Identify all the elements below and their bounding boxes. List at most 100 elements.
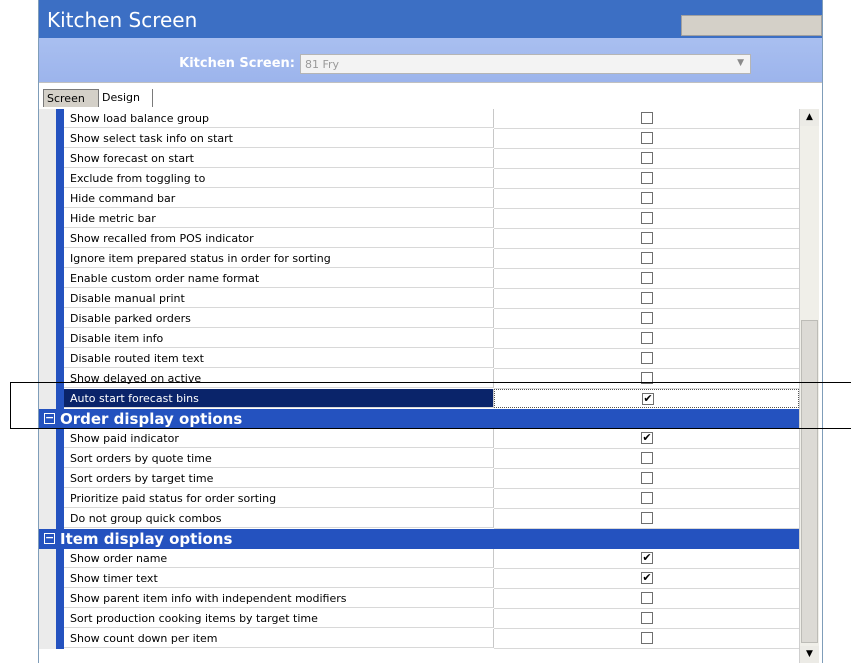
scroll-down-icon[interactable]: ▼	[800, 646, 819, 663]
row-indent-bar	[56, 149, 64, 169]
property-row[interactable]: Disable manual print	[39, 289, 799, 309]
property-value-cell[interactable]	[494, 349, 799, 369]
property-row[interactable]: Show count down per item	[39, 629, 799, 649]
chevron-down-icon[interactable]: ▼	[737, 58, 744, 68]
property-value-cell[interactable]	[494, 509, 799, 529]
property-row[interactable]: Show select task info on start	[39, 129, 799, 149]
row-gutter	[39, 389, 56, 409]
property-checkbox[interactable]	[641, 612, 653, 624]
property-checkbox[interactable]: ✔	[641, 432, 653, 444]
collapse-icon[interactable]: −	[44, 532, 55, 544]
property-row[interactable]: Sort orders by target time	[39, 469, 799, 489]
property-value-cell[interactable]	[494, 209, 799, 229]
property-checkbox[interactable]	[641, 172, 653, 184]
property-checkbox[interactable]: ✔	[641, 552, 653, 564]
row-gutter	[39, 289, 56, 309]
category-header[interactable]: − Item display options	[39, 529, 799, 549]
property-label: Show order name	[64, 549, 494, 568]
property-label: Show recalled from POS indicator	[64, 229, 494, 248]
tab-screen[interactable]: Screen	[43, 89, 99, 107]
property-checkbox[interactable]	[641, 492, 653, 504]
vertical-scrollbar[interactable]: ▲ ▼	[799, 109, 819, 663]
row-gutter	[39, 129, 56, 149]
property-value-cell[interactable]	[494, 629, 799, 649]
property-row[interactable]: Sort orders by quote time	[39, 449, 799, 469]
property-checkbox[interactable]	[641, 232, 653, 244]
property-checkbox[interactable]	[641, 212, 653, 224]
category-header[interactable]: − Order display options	[39, 409, 799, 429]
tab-design[interactable]: Design	[99, 89, 153, 107]
property-row[interactable]: Show timer text ✔	[39, 569, 799, 589]
row-indent-bar	[56, 389, 64, 409]
property-row[interactable]: Show load balance group	[39, 109, 799, 129]
property-row[interactable]: Sort production cooking items by target …	[39, 609, 799, 629]
property-value-cell[interactable]	[494, 609, 799, 629]
property-row[interactable]: Auto start forecast bins ✔	[39, 389, 799, 409]
property-label: Ignore item prepared status in order for…	[64, 249, 494, 268]
property-value-cell[interactable]	[494, 589, 799, 609]
property-value-cell[interactable]	[494, 309, 799, 329]
property-checkbox[interactable]	[641, 332, 653, 344]
property-row[interactable]: Show paid indicator ✔	[39, 429, 799, 449]
property-checkbox[interactable]	[641, 112, 653, 124]
property-value-cell[interactable]	[494, 269, 799, 289]
property-value-cell[interactable]	[494, 169, 799, 189]
property-checkbox[interactable]	[641, 192, 653, 204]
property-checkbox[interactable]	[641, 252, 653, 264]
property-label: Show delayed on active	[64, 369, 494, 388]
title-bar-field[interactable]	[681, 15, 822, 36]
scrollbar-thumb[interactable]	[801, 320, 818, 643]
property-row[interactable]: Ignore item prepared status in order for…	[39, 249, 799, 269]
row-indent-bar	[56, 109, 64, 129]
property-row[interactable]: Show forecast on start	[39, 149, 799, 169]
property-value-cell[interactable]: ✔	[494, 389, 799, 408]
property-value-cell[interactable]	[494, 129, 799, 149]
property-checkbox[interactable]: ✔	[641, 572, 653, 584]
property-row[interactable]: Hide command bar	[39, 189, 799, 209]
property-row[interactable]: Disable parked orders	[39, 309, 799, 329]
property-checkbox[interactable]	[641, 312, 653, 324]
property-checkbox[interactable]	[641, 352, 653, 364]
property-value-cell[interactable]	[494, 249, 799, 269]
property-row[interactable]: Show order name ✔	[39, 549, 799, 569]
scroll-up-icon[interactable]: ▲	[800, 109, 819, 126]
property-checkbox[interactable]	[641, 512, 653, 524]
property-row[interactable]: Hide metric bar	[39, 209, 799, 229]
property-row[interactable]: Do not group quick combos	[39, 509, 799, 529]
property-value-cell[interactable]	[494, 189, 799, 209]
property-checkbox[interactable]	[641, 132, 653, 144]
property-label: Do not group quick combos	[64, 509, 494, 528]
property-checkbox[interactable]	[641, 472, 653, 484]
property-value-cell[interactable]: ✔	[494, 549, 799, 569]
property-value-cell[interactable]	[494, 449, 799, 469]
property-checkbox[interactable]	[641, 452, 653, 464]
property-checkbox[interactable]	[641, 272, 653, 284]
property-value-cell[interactable]: ✔	[494, 429, 799, 449]
row-gutter	[39, 229, 56, 249]
property-row[interactable]: Prioritize paid status for order sorting	[39, 489, 799, 509]
property-value-cell[interactable]	[494, 149, 799, 169]
collapse-icon[interactable]: −	[44, 412, 55, 424]
property-value-cell[interactable]	[494, 489, 799, 509]
property-checkbox[interactable]	[641, 152, 653, 164]
property-value-cell[interactable]	[494, 109, 799, 129]
property-value-cell[interactable]	[494, 229, 799, 249]
property-checkbox[interactable]	[641, 592, 653, 604]
property-row[interactable]: Show recalled from POS indicator	[39, 229, 799, 249]
property-value-cell[interactable]: ✔	[494, 569, 799, 589]
property-checkbox[interactable]: ✔	[642, 393, 654, 405]
property-value-cell[interactable]	[494, 469, 799, 489]
property-checkbox[interactable]	[641, 292, 653, 304]
property-value-cell[interactable]	[494, 289, 799, 309]
property-row[interactable]: Enable custom order name format	[39, 269, 799, 289]
property-label: Show forecast on start	[64, 149, 494, 168]
property-row[interactable]: Disable routed item text	[39, 349, 799, 369]
property-value-cell[interactable]	[494, 369, 799, 389]
property-row[interactable]: Show parent item info with independent m…	[39, 589, 799, 609]
property-row[interactable]: Disable item info	[39, 329, 799, 349]
property-row[interactable]: Show delayed on active	[39, 369, 799, 389]
property-row[interactable]: Exclude from toggling to	[39, 169, 799, 189]
property-value-cell[interactable]	[494, 329, 799, 349]
kitchen-screen-dropdown[interactable]: 81 Fry ▼	[300, 54, 751, 74]
property-checkbox[interactable]	[641, 632, 653, 644]
